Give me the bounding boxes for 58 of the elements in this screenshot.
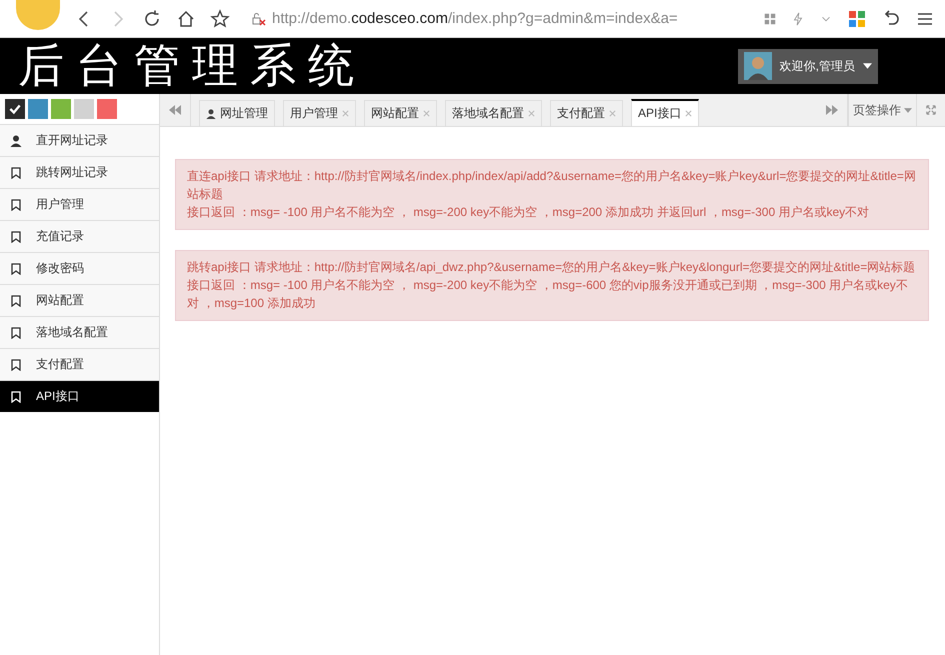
close-icon[interactable] xyxy=(528,110,535,117)
tab[interactable]: 用户管理 xyxy=(283,100,356,126)
bookmark-icon xyxy=(10,390,22,402)
sidebar-item[interactable]: 用户管理 xyxy=(0,188,159,220)
sidebar-item[interactable]: 落地域名配置 xyxy=(0,316,159,348)
double-arrow-left-icon xyxy=(169,105,181,115)
sidebar-item[interactable]: API接口 xyxy=(0,380,159,412)
bookmark-icon xyxy=(10,358,22,370)
avatar-icon xyxy=(744,52,772,80)
close-icon[interactable] xyxy=(609,110,616,117)
sidebar-item[interactable]: 支付配置 xyxy=(0,348,159,380)
theme-swatch[interactable] xyxy=(51,99,71,119)
grid-icon[interactable] xyxy=(763,12,777,26)
lightning-icon[interactable] xyxy=(791,12,805,26)
notice-text: 接口返回 ：msg= -100 用户名不能为空 ， msg=-200 key不能为空 ，msg=200 添加成功 并返回url ，msg=-300 用户名或key不对 xyxy=(187,204,870,221)
notice-text: 接口返回 ：msg= -100 用户名不能为空 ， msg=-200 key不能为空 ，msg=-600 您的vip服务没开通或已到期 ，msg=-300 用户名或key不对 ，msg=100 添加成功 xyxy=(187,277,909,312)
notice-text: 直连api接口 请求地址：http://防封官网域名/index.php/index/api/add?&username=您的用户名&key=账户key&url=您要提交的网址&title=网站标题 xyxy=(187,168,917,203)
tab[interactable]: API接口 xyxy=(631,99,700,126)
tab[interactable]: 网址管理 xyxy=(199,100,275,126)
tab[interactable]: 支付配置 xyxy=(550,100,623,126)
security-warning-icon xyxy=(250,10,266,26)
caret-icon xyxy=(863,63,872,69)
double-arrow-right-icon xyxy=(826,105,838,115)
user-menu[interactable]: 欢迎你,管理员 xyxy=(738,48,878,84)
caret-icon xyxy=(904,108,912,112)
sidebar-item[interactable]: 充值记录 xyxy=(0,220,159,252)
bookmark-icon xyxy=(10,294,22,306)
expand-icon xyxy=(925,105,937,115)
bookmark-icon xyxy=(10,230,22,242)
reload-icon[interactable] xyxy=(142,8,162,28)
user-icon xyxy=(206,108,216,118)
system-title: 后台管理系统 xyxy=(18,37,366,94)
close-icon[interactable] xyxy=(342,110,349,117)
tab-actions-dropdown[interactable]: 页签操作 xyxy=(848,94,916,126)
bookmark-icon xyxy=(10,326,22,338)
bookmark-icon xyxy=(10,166,22,178)
notice-text: 跳转api接口 请求地址：http://防封官网域名/api_dwz.php?&username=您的用户名&key=账户key&longurl=您要提交的网址&title=网站标题 xyxy=(187,259,916,276)
theme-swatch[interactable] xyxy=(74,99,94,119)
close-icon[interactable] xyxy=(685,110,692,117)
sidebar-item[interactable]: 修改密码 xyxy=(0,252,159,284)
sidebar-item[interactable]: 跳转网址记录 xyxy=(0,156,159,188)
theme-swatch[interactable] xyxy=(5,99,25,119)
bookmark-icon xyxy=(10,262,22,274)
address-bar[interactable]: http://demo.codesceo.com/index.php?g=admin&m=index&a= xyxy=(244,4,749,34)
tab[interactable]: 网站配置 xyxy=(364,100,437,126)
sidebar-item[interactable]: 直开网址记录 xyxy=(0,124,159,156)
browser-logo-icon[interactable] xyxy=(16,0,60,30)
home-icon[interactable] xyxy=(176,8,196,28)
user-icon xyxy=(10,134,22,146)
sidebar-item[interactable]: 网站配置 xyxy=(0,284,159,316)
tab[interactable]: 落地域名配置 xyxy=(445,100,542,126)
theme-swatch[interactable] xyxy=(97,99,117,119)
apps-icon[interactable] xyxy=(847,8,867,28)
check-icon xyxy=(8,102,22,116)
star-icon[interactable] xyxy=(210,8,230,28)
close-icon[interactable] xyxy=(423,110,430,117)
bookmark-icon xyxy=(10,198,22,210)
theme-swatch[interactable] xyxy=(28,99,48,119)
